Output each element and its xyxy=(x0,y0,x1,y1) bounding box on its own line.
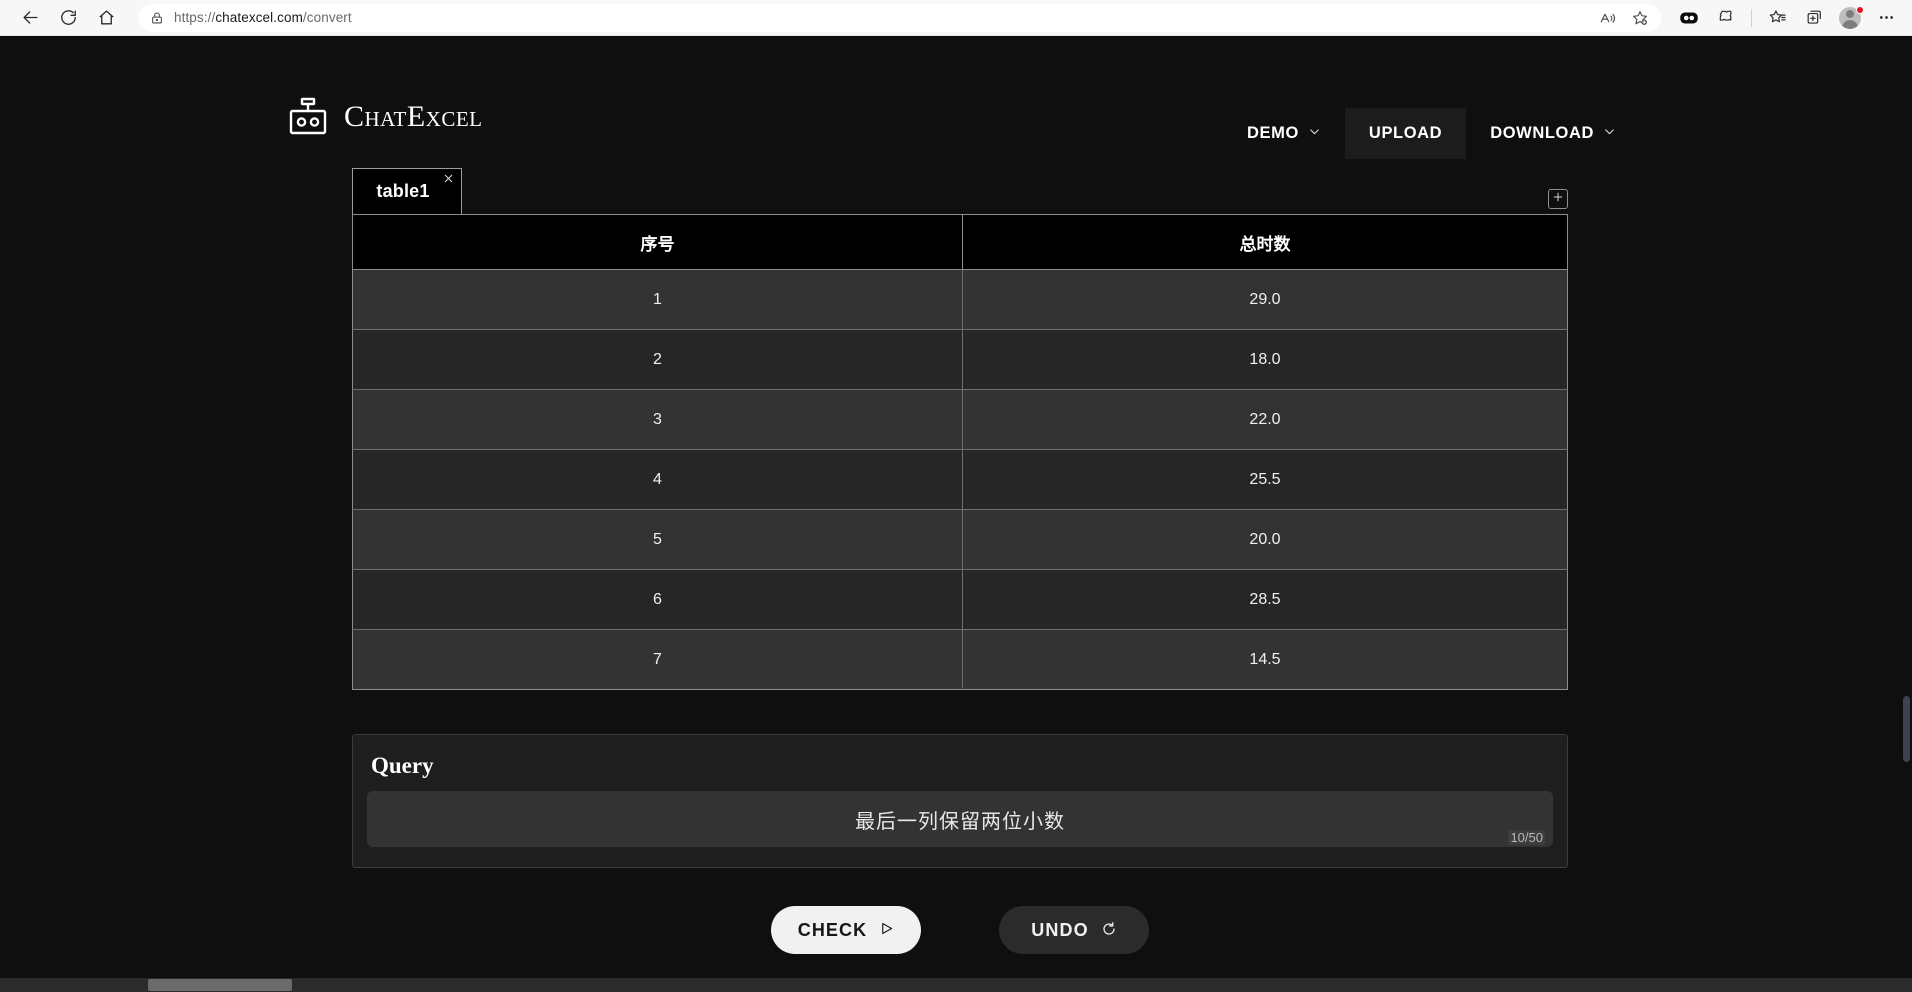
page-content: ChatExcel DEMO UPLOAD DOWNLOAD table1 序号… xyxy=(0,36,1912,992)
nav-item-upload[interactable]: UPLOAD xyxy=(1344,108,1467,159)
vertical-scrollbar-thumb[interactable] xyxy=(1903,696,1910,762)
robot-head-icon xyxy=(286,96,330,138)
data-table: 序号 总时数 1 29.0 2 18.0 3 22.0 4 25.5 5 20.… xyxy=(352,214,1568,690)
add-tab-button[interactable] xyxy=(1548,189,1568,209)
nav-label-download: DOWNLOAD xyxy=(1490,124,1594,142)
play-triangle-icon xyxy=(879,921,894,939)
table-row[interactable]: 4 25.5 xyxy=(352,449,1568,510)
brand-name: ChatExcel xyxy=(344,100,483,133)
cell-index[interactable]: 3 xyxy=(352,389,963,450)
extensions-icon[interactable] xyxy=(1708,3,1744,33)
undo-arrow-icon xyxy=(1101,921,1117,940)
horizontal-scrollbar[interactable] xyxy=(0,978,1912,992)
favorites-list-icon[interactable] xyxy=(1759,3,1795,33)
sheet-tab-label: table1 xyxy=(376,181,430,201)
undo-button-label: UNDO xyxy=(1031,919,1089,940)
query-title: Query xyxy=(371,753,434,778)
site-header: ChatExcel DEMO UPLOAD DOWNLOAD xyxy=(0,36,1912,159)
table-row[interactable]: 1 29.0 xyxy=(352,269,1568,330)
add-favorite-icon[interactable] xyxy=(1625,6,1655,30)
plus-icon xyxy=(1552,190,1564,208)
toolbar-divider xyxy=(1751,8,1752,27)
cell-total-hours[interactable]: 29.0 xyxy=(962,269,1568,330)
undo-button[interactable]: UNDO xyxy=(999,906,1149,954)
cell-index[interactable]: 7 xyxy=(352,629,963,690)
cell-total-hours[interactable]: 18.0 xyxy=(962,329,1568,390)
address-bar-actions xyxy=(1593,6,1655,30)
sheet-tab-bar: table1 xyxy=(352,168,1568,214)
action-buttons: CHECK UNDO xyxy=(352,906,1568,954)
vertical-scrollbar[interactable] xyxy=(1902,36,1912,992)
cell-index[interactable]: 5 xyxy=(352,509,963,570)
table-row[interactable]: 2 18.0 xyxy=(352,329,1568,390)
chevron-down-icon xyxy=(1308,124,1321,143)
cell-total-hours[interactable]: 22.0 xyxy=(962,389,1568,450)
check-button[interactable]: CHECK xyxy=(771,906,921,954)
cell-total-hours[interactable]: 28.5 xyxy=(962,569,1568,630)
table-header-row: 序号 总时数 xyxy=(352,214,1568,270)
query-input[interactable]: 最后一列保留两位小数 10/50 xyxy=(367,791,1553,847)
settings-more-icon[interactable] xyxy=(1868,3,1904,33)
table-row[interactable]: 6 28.5 xyxy=(352,569,1568,630)
nav-label-upload: UPLOAD xyxy=(1368,124,1443,142)
cell-total-hours[interactable]: 25.5 xyxy=(962,449,1568,510)
back-arrow-icon[interactable] xyxy=(12,3,48,33)
cell-index[interactable]: 1 xyxy=(352,269,963,330)
refresh-icon[interactable] xyxy=(50,3,86,33)
table-head: 序号 总时数 xyxy=(352,214,1568,270)
horizontal-scrollbar-thumb[interactable] xyxy=(148,979,292,991)
nav-item-demo[interactable]: DEMO xyxy=(1223,108,1345,159)
sheet-tab-table1[interactable]: table1 xyxy=(352,168,462,214)
nav-item-download[interactable]: DOWNLOAD xyxy=(1466,108,1640,159)
main-navigation: DEMO UPLOAD DOWNLOAD xyxy=(1223,108,1640,159)
lock-icon xyxy=(150,11,164,25)
column-header-index[interactable]: 序号 xyxy=(352,214,963,270)
url-text: https://chatexcel.com/convert xyxy=(174,10,352,25)
cell-index[interactable]: 2 xyxy=(352,329,963,390)
read-aloud-icon[interactable] xyxy=(1593,6,1623,30)
close-icon[interactable] xyxy=(441,171,455,185)
query-input-value: 最后一列保留两位小数 xyxy=(855,810,1065,833)
table-row[interactable]: 5 20.0 xyxy=(352,509,1568,570)
chevron-down-icon xyxy=(1603,124,1616,143)
home-icon[interactable] xyxy=(88,3,124,33)
cell-index[interactable]: 6 xyxy=(352,569,963,630)
query-panel: Query 最后一列保留两位小数 10/50 xyxy=(352,734,1568,868)
copilot-icon[interactable] xyxy=(1671,3,1707,33)
table-row[interactable]: 3 22.0 xyxy=(352,389,1568,450)
table-body: 1 29.0 2 18.0 3 22.0 4 25.5 5 20.0 6 28.… xyxy=(352,269,1568,690)
table-row[interactable]: 7 14.5 xyxy=(352,629,1568,690)
query-char-counter: 10/50 xyxy=(1508,830,1545,845)
profile-avatar-icon[interactable] xyxy=(1833,3,1867,33)
workspace: table1 序号 总时数 1 29.0 2 18.0 3 22.0 4 25.… xyxy=(352,168,1568,954)
browser-toolbar-right xyxy=(1671,3,1912,33)
check-button-label: CHECK xyxy=(797,919,868,940)
cell-total-hours[interactable]: 14.5 xyxy=(962,629,1568,690)
collections-icon[interactable] xyxy=(1796,3,1832,33)
address-bar[interactable]: https://chatexcel.com/convert xyxy=(138,3,1661,32)
cell-total-hours[interactable]: 20.0 xyxy=(962,509,1568,570)
column-header-total-hours[interactable]: 总时数 xyxy=(962,214,1568,270)
browser-nav-buttons xyxy=(0,3,124,33)
avatar-notification-dot xyxy=(1856,5,1864,14)
brand-logo[interactable]: ChatExcel xyxy=(286,96,483,138)
browser-toolbar: https://chatexcel.com/convert xyxy=(0,0,1912,36)
cell-index[interactable]: 4 xyxy=(352,449,963,510)
nav-label-demo: DEMO xyxy=(1247,124,1299,142)
